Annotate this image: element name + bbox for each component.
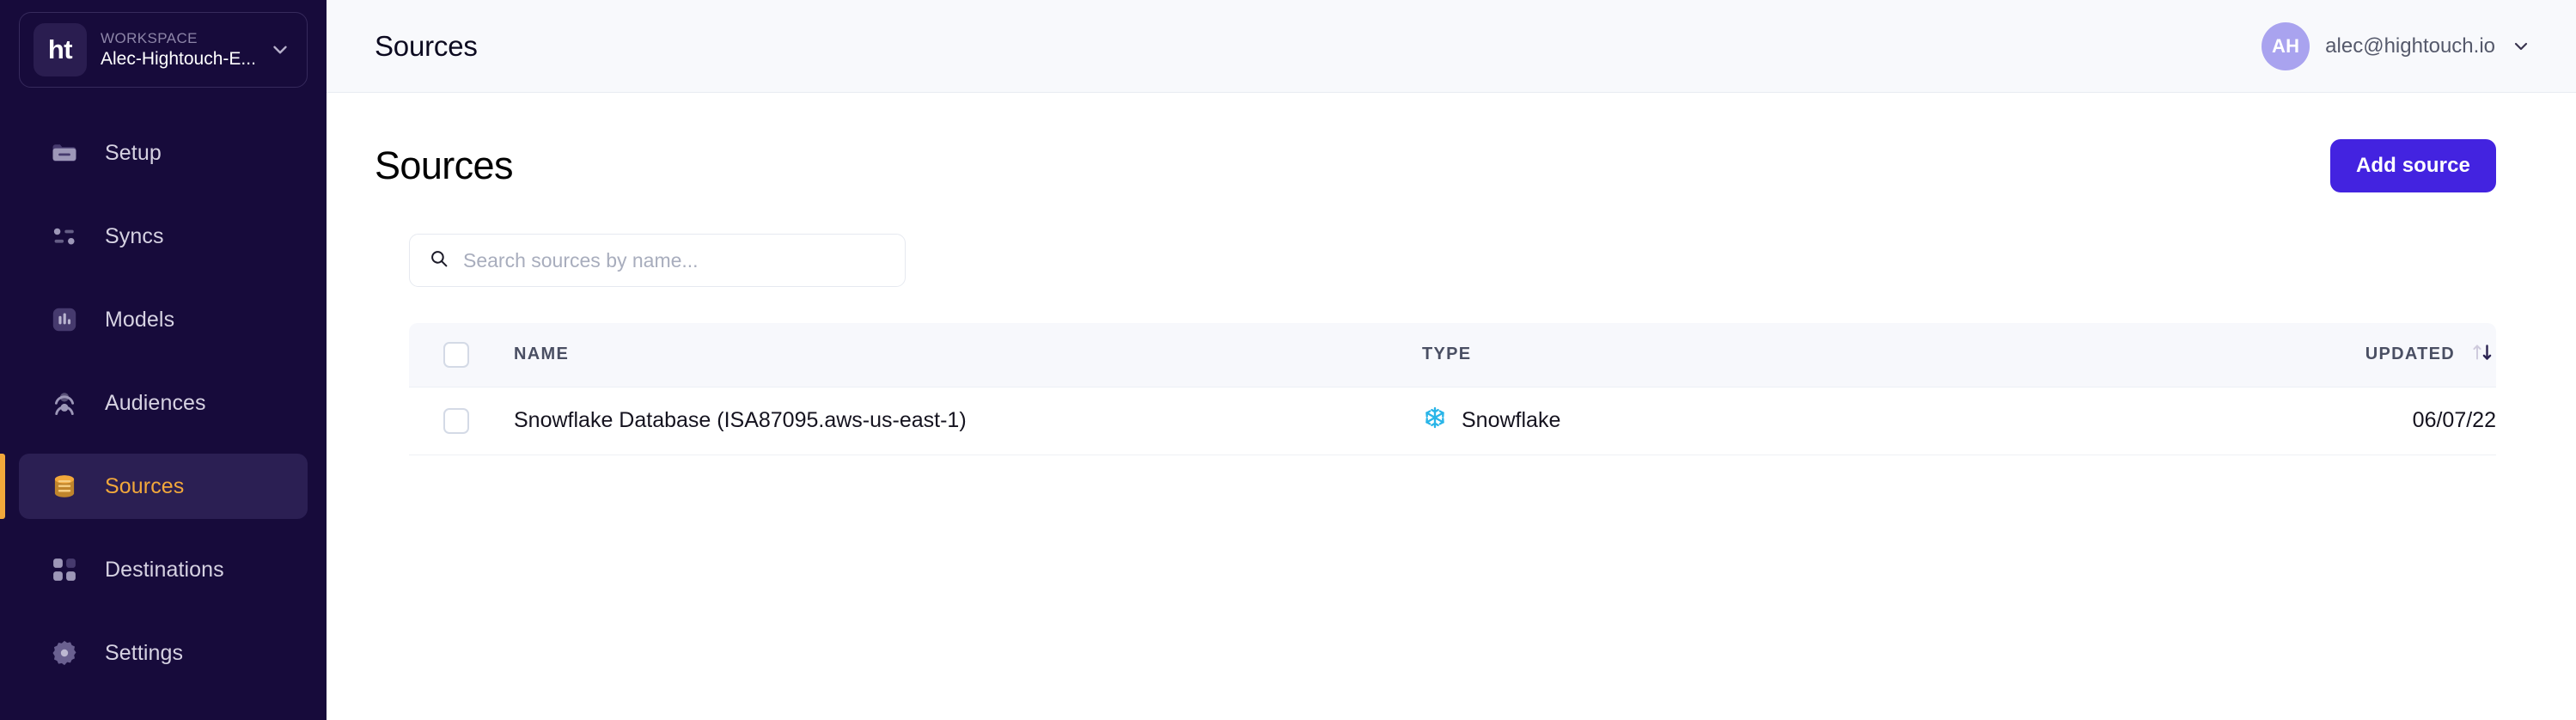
sidebar-item-models[interactable]: Models: [19, 287, 308, 352]
workspace-label: WORKSPACE: [101, 30, 255, 47]
workspace-logo: ht: [34, 23, 87, 76]
search-input[interactable]: [463, 249, 886, 272]
row-name-cell: Snowflake Database (ISA87095.aws-us-east…: [502, 387, 1422, 455]
row-updated-cell: 06/07/22: [2298, 387, 2496, 455]
chevron-down-icon: [2511, 36, 2531, 57]
database-icon: [48, 470, 81, 503]
topbar-title: Sources: [375, 30, 478, 63]
table-header-updated[interactable]: UPDATED: [2298, 323, 2496, 387]
table-header-type[interactable]: TYPE: [1422, 323, 2298, 387]
page-title: Sources: [375, 143, 513, 188]
row-updated: 06/07/22: [2298, 408, 2496, 433]
sources-table: NAME TYPE UPDATED: [409, 323, 2496, 455]
sidebar-item-settings[interactable]: Settings: [19, 620, 308, 686]
chevron-down-icon: [269, 39, 291, 61]
table-head: NAME TYPE UPDATED: [409, 323, 2496, 387]
sidebar: ht WORKSPACE Alec-Hightouch-E... S: [0, 0, 327, 720]
sort-arrows-icon[interactable]: [2470, 341, 2496, 369]
table-header-select: [409, 323, 502, 387]
main-area: Sources AH alec@hightouch.io Sources Add…: [327, 0, 2576, 720]
workspace-logo-text: ht: [48, 34, 72, 65]
sidebar-item-label: Syncs: [105, 224, 164, 249]
row-select-cell: [409, 387, 502, 455]
sidebar-item-label: Sources: [105, 474, 184, 499]
workspace-text: WORKSPACE Alec-Hightouch-E...: [101, 30, 255, 70]
user-email: alec@hightouch.io: [2325, 34, 2495, 58]
folder-icon: [48, 137, 81, 169]
search-icon: [429, 248, 449, 273]
sidebar-item-label: Audiences: [105, 391, 206, 416]
row-type-cell: Snowflake: [1422, 387, 2298, 455]
table-header-row: NAME TYPE UPDATED: [409, 323, 2496, 387]
search-box[interactable]: [409, 234, 906, 287]
row-checkbox[interactable]: [443, 408, 469, 434]
table-body: Snowflake Database (ISA87095.aws-us-east…: [409, 387, 2496, 455]
avatar: AH: [2262, 22, 2310, 70]
table-header-updated-label: UPDATED: [2365, 345, 2455, 364]
gear-icon: [48, 637, 81, 669]
sidebar-item-audiences[interactable]: Audiences: [19, 370, 308, 436]
sidebar-item-label: Settings: [105, 641, 183, 666]
table-header-name-label: NAME: [502, 345, 1422, 364]
workspace-name: Alec-Hightouch-E...: [101, 48, 255, 70]
table-header-type-label: TYPE: [1422, 345, 2298, 364]
workspace-switcher[interactable]: ht WORKSPACE Alec-Hightouch-E...: [19, 12, 308, 88]
syncs-icon: [48, 220, 81, 253]
sidebar-item-label: Destinations: [105, 558, 224, 583]
row-name: Snowflake Database (ISA87095.aws-us-east…: [502, 408, 1422, 433]
add-source-button[interactable]: Add source: [2330, 139, 2496, 192]
topbar: Sources AH alec@hightouch.io: [327, 0, 2576, 93]
row-type-label: Snowflake: [1462, 408, 1560, 433]
avatar-initials: AH: [2272, 35, 2299, 58]
search-row: [375, 234, 2535, 287]
page-content: Sources Add source: [327, 93, 2576, 720]
sidebar-item-label: Models: [105, 308, 174, 333]
bar-chart-icon: [48, 303, 81, 336]
select-all-checkbox[interactable]: [443, 342, 469, 368]
user-menu[interactable]: AH alec@hightouch.io: [2262, 22, 2535, 70]
snowflake-icon: [1422, 405, 1448, 436]
page-header: Sources Add source: [375, 93, 2535, 192]
sidebar-item-sources[interactable]: Sources: [19, 454, 308, 519]
app-root: ht WORKSPACE Alec-Hightouch-E... S: [0, 0, 2576, 720]
table-header-name[interactable]: NAME: [502, 323, 1422, 387]
table-row[interactable]: Snowflake Database (ISA87095.aws-us-east…: [409, 387, 2496, 455]
sources-table-wrapper: NAME TYPE UPDATED: [375, 323, 2535, 455]
sidebar-item-destinations[interactable]: Destinations: [19, 537, 308, 602]
people-icon: [48, 387, 81, 419]
sidebar-nav: Setup Syncs: [0, 120, 327, 686]
sidebar-item-label: Setup: [105, 141, 162, 166]
sidebar-item-syncs[interactable]: Syncs: [19, 204, 308, 269]
grid-icon: [48, 553, 81, 586]
sidebar-item-setup[interactable]: Setup: [19, 120, 308, 186]
